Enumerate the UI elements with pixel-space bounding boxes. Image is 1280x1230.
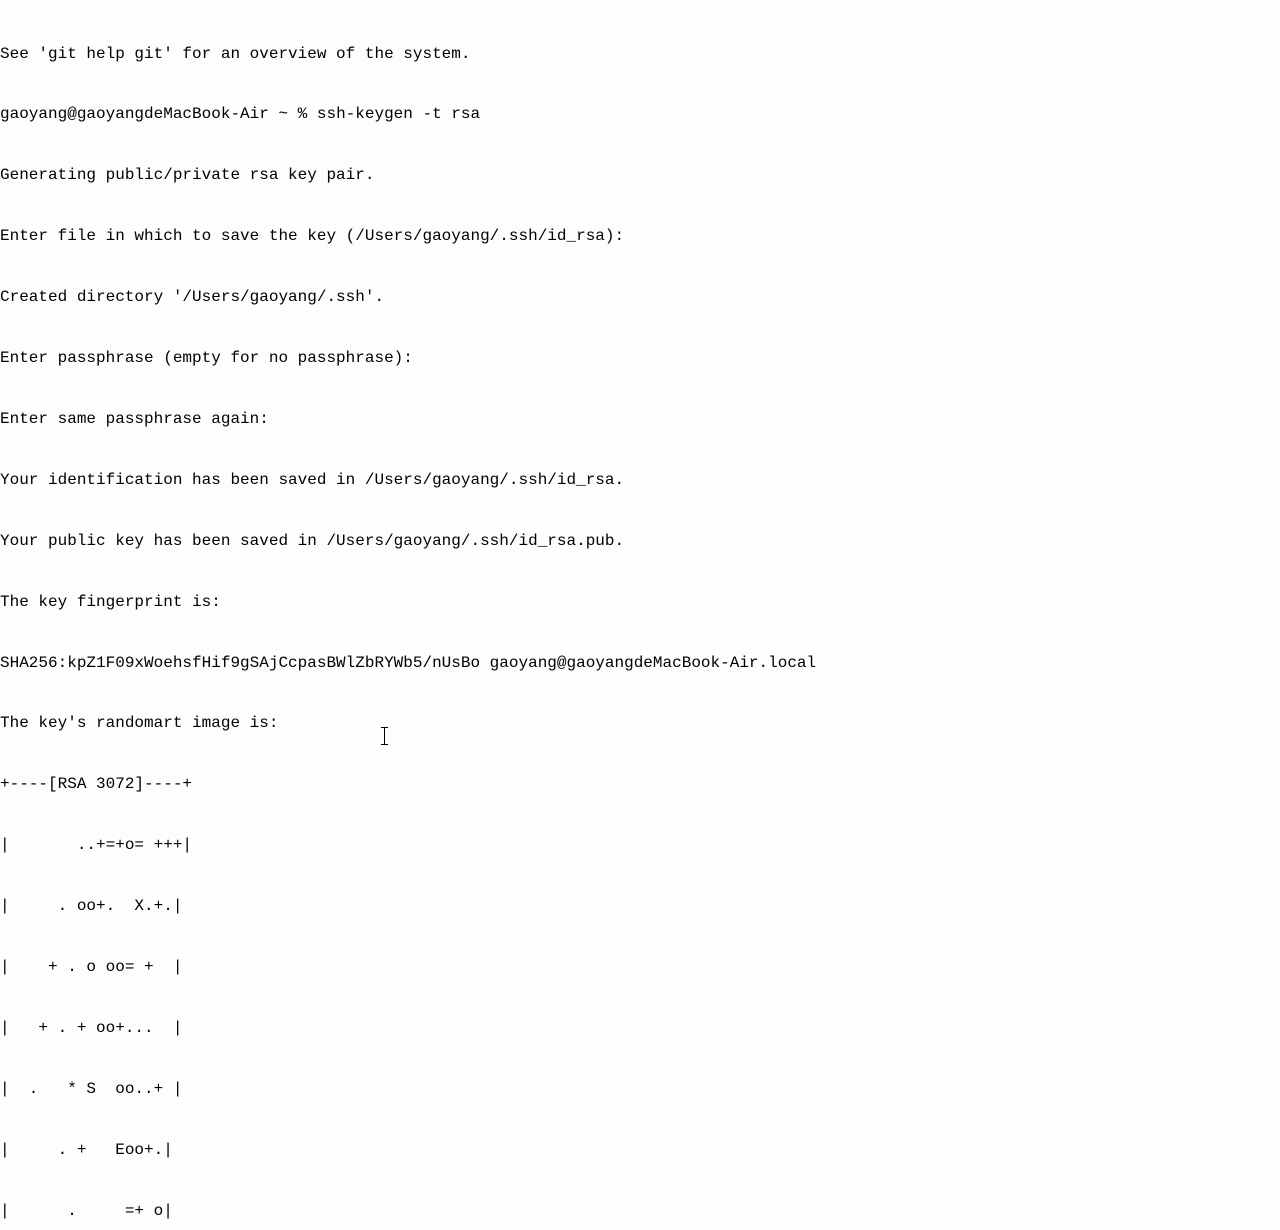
output-line: Generating public/private rsa key pair.: [0, 165, 1280, 185]
output-line: Enter same passphrase again:: [0, 409, 1280, 429]
output-line: Enter file in which to save the key (/Us…: [0, 226, 1280, 246]
randomart-line: | + . o oo= + |: [0, 957, 1280, 977]
output-line: Enter passphrase (empty for no passphras…: [0, 348, 1280, 368]
randomart-line: | . + Eoo+.|: [0, 1140, 1280, 1160]
randomart-line: | . * S oo..+ |: [0, 1079, 1280, 1099]
randomart-line: | . oo+. X.+.|: [0, 896, 1280, 916]
prompt-line: gaoyang@gaoyangdeMacBook-Air ~ % ssh-key…: [0, 104, 1280, 124]
output-line: Your identification has been saved in /U…: [0, 470, 1280, 490]
command-text: ssh-keygen -t rsa: [317, 105, 480, 123]
terminal-window[interactable]: See 'git help git' for an overview of th…: [0, 0, 1280, 1230]
output-line: The key fingerprint is:: [0, 592, 1280, 612]
output-line: See 'git help git' for an overview of th…: [0, 44, 1280, 64]
output-line: The key's randomart image is:: [0, 713, 1280, 733]
prompt-user: gaoyang@gaoyangdeMacBook-Air ~ %: [0, 105, 317, 123]
randomart-line: | + . + oo+... |: [0, 1018, 1280, 1038]
randomart-line: | ..+=+o= +++|: [0, 835, 1280, 855]
output-line: SHA256:kpZ1F09xWoehsfHif9gSAjCcpasBWlZbR…: [0, 653, 1280, 673]
output-line: Your public key has been saved in /Users…: [0, 531, 1280, 551]
randomart-line: +----[RSA 3072]----+: [0, 774, 1280, 794]
output-line: Created directory '/Users/gaoyang/.ssh'.: [0, 287, 1280, 307]
randomart-line: | . =+ o|: [0, 1201, 1280, 1221]
